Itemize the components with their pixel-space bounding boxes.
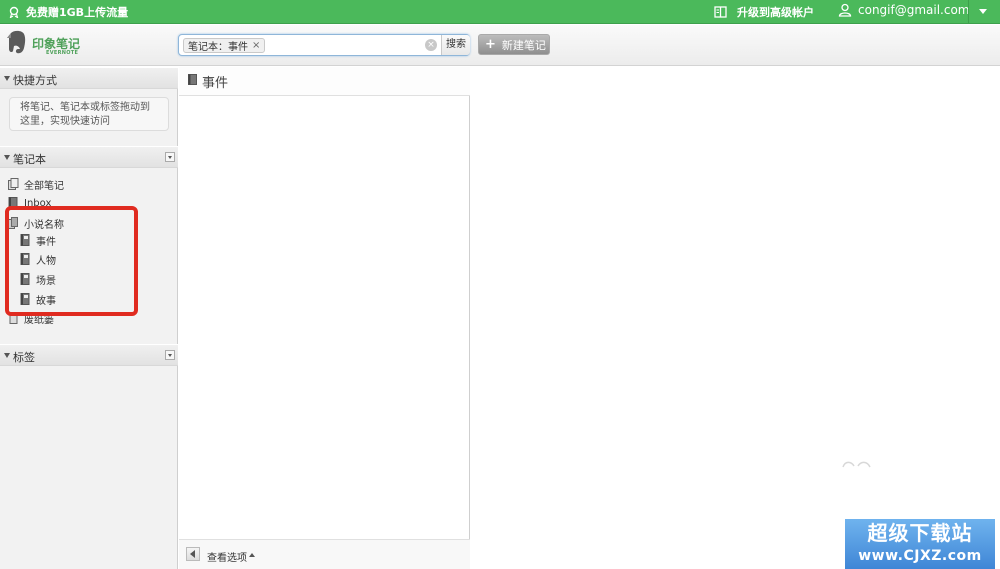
notebooks-header[interactable]: 笔记本 [0,146,178,168]
close-icon[interactable]: × [252,40,260,51]
dropdown-icon[interactable] [165,350,175,360]
note-editor-panel [471,67,1000,569]
promo-text: 免费赠1GB上传流量 [26,6,129,19]
promo-link[interactable]: 免费赠1GB上传流量 [8,4,128,20]
chevron-down-icon[interactable] [979,9,987,14]
notebooks-stack-icon [8,178,19,190]
site-watermark: 超级下载站 www.CJXZ.com [845,519,995,569]
note-list-header: 事件 [179,67,470,96]
collapse-triangle-icon[interactable] [4,353,10,358]
collapse-triangle-icon[interactable] [4,76,10,81]
logo-english-text: EVERNOTE [46,50,79,56]
loading-spinner-icon [842,461,871,468]
upgrade-text: 升级到高级帐户 [737,6,814,19]
dropdown-icon[interactable] [165,152,175,162]
new-note-button[interactable]: + 新建笔记 [478,34,550,55]
account-menu[interactable]: congif@gmail.com [838,3,970,17]
shortcuts-title: 快捷方式 [13,74,57,87]
sidebar-item-label: 全部笔记 [24,180,64,192]
collapse-left-icon[interactable] [186,547,200,561]
search-box[interactable]: 笔记本：事件 × × 搜索 [178,34,470,56]
award-icon [9,6,19,18]
search-button[interactable]: 搜索 [441,35,470,55]
sidebar-item-all-notes[interactable]: 全部笔记 [8,176,64,192]
watermark-line-1: 超级下载站 [867,521,973,545]
note-list-title: 事件 [202,76,229,91]
header-bar: 印象笔记 EVERNOTE 笔记本：事件 × × 搜索 + 新建笔记 [0,25,1000,66]
premium-icon [714,6,727,18]
collapse-triangle-icon[interactable] [4,155,10,160]
top-bar: 免费赠1GB上传流量 升级到高级帐户 congif@gmail.com [0,0,1000,24]
view-options-button[interactable]: 查看选项 [207,549,247,564]
shortcuts-drop-area[interactable]: 将笔记、笔记本或标签拖动到这里，实现快速访问 [9,97,169,131]
shortcuts-header[interactable]: 快捷方式 [0,67,178,89]
user-icon [838,3,852,17]
tags-title: 标签 [13,351,35,364]
notebook-icon [188,74,197,85]
highlight-annotation-box [5,206,138,316]
notebooks-title: 笔记本 [13,153,46,166]
elephant-icon [7,30,26,54]
note-list-footer: 查看选项 [179,539,470,569]
note-list-panel: 事件 查看选项 [179,67,470,569]
evernote-logo[interactable]: 印象笔记 EVERNOTE [6,29,86,59]
search-filter-token[interactable]: 笔记本：事件 × [183,38,266,53]
tags-header[interactable]: 标签 [0,344,178,366]
plus-icon: + [485,37,496,52]
account-email: congif@gmail.com [858,3,970,17]
chevron-up-icon[interactable] [249,553,255,557]
new-note-label: 新建笔记 [501,38,546,52]
search-token-label: 笔记本：事件 [188,42,248,53]
clear-search-icon[interactable]: × [425,39,437,51]
upgrade-link[interactable]: 升级到高级帐户 [714,4,814,20]
topbar-divider [968,0,969,24]
watermark-line-2: www.CJXZ.com [858,548,982,564]
